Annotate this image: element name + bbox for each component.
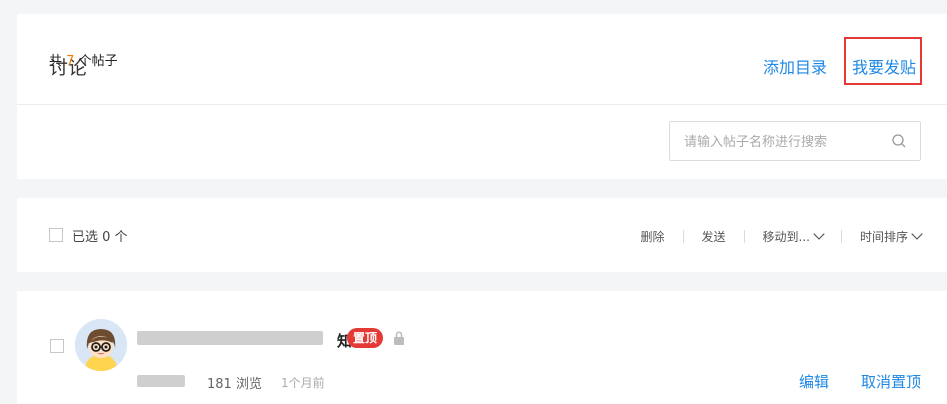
post-count-suffix: 个帖子: [78, 54, 118, 69]
unpin-button[interactable]: 取消置顶: [861, 371, 921, 392]
bulk-toolbar: 已选 0 个 删除 发送 移动到... 时间排序: [17, 198, 947, 272]
header-bar: 讨论 添加目录 我要发贴: [17, 14, 947, 105]
view-count: 181 浏览: [207, 377, 262, 392]
post-count: 共 7 个帖子: [49, 50, 118, 69]
edit-button[interactable]: 编辑: [799, 371, 829, 392]
post-checkbox[interactable]: [50, 339, 64, 353]
post-title-redacted[interactable]: [137, 331, 323, 345]
sort-label: 时间排序: [859, 230, 908, 244]
header-panel: 讨论 添加目录 我要发贴 共 7 个帖子: [17, 14, 947, 179]
delete-button[interactable]: 删除: [641, 228, 665, 245]
select-all-checkbox[interactable]: [49, 228, 63, 242]
avatar[interactable]: [75, 319, 127, 371]
discussion-container: 讨论 添加目录 我要发贴 共 7 个帖子 已选 0 个 删除 发: [17, 14, 947, 404]
move-to-dropdown[interactable]: 移动到...: [762, 228, 825, 245]
new-post-button[interactable]: 我要发贴: [852, 54, 916, 78]
add-catalog-link[interactable]: 添加目录: [763, 54, 827, 78]
divider: [743, 230, 745, 243]
chevron-down-icon: [813, 228, 825, 240]
search-icon[interactable]: [890, 132, 908, 150]
post-row[interactable]: 知 置顶 181 浏览 1个月前 编辑 取消置顶: [17, 291, 947, 404]
selected-count-label: 已选 0 个: [72, 230, 128, 245]
chevron-down-icon: [911, 228, 923, 240]
author-name-redacted: [137, 375, 185, 387]
post-count-number: 7: [66, 54, 75, 69]
bulk-actions: 删除 发送 移动到... 时间排序: [641, 228, 923, 245]
search-input[interactable]: [682, 131, 876, 153]
post-count-prefix: 共: [49, 54, 63, 69]
divider: [682, 230, 684, 243]
send-button[interactable]: 发送: [702, 228, 726, 245]
divider: [840, 230, 842, 243]
sort-dropdown[interactable]: 时间排序: [859, 228, 923, 245]
pinned-badge: 置顶: [347, 328, 384, 348]
post-time: 1个月前: [281, 376, 325, 390]
move-to-label: 移动到...: [762, 230, 810, 244]
avatar-illustration-icon: [75, 319, 127, 371]
lock-icon: [394, 331, 404, 345]
search-box[interactable]: [669, 121, 921, 161]
